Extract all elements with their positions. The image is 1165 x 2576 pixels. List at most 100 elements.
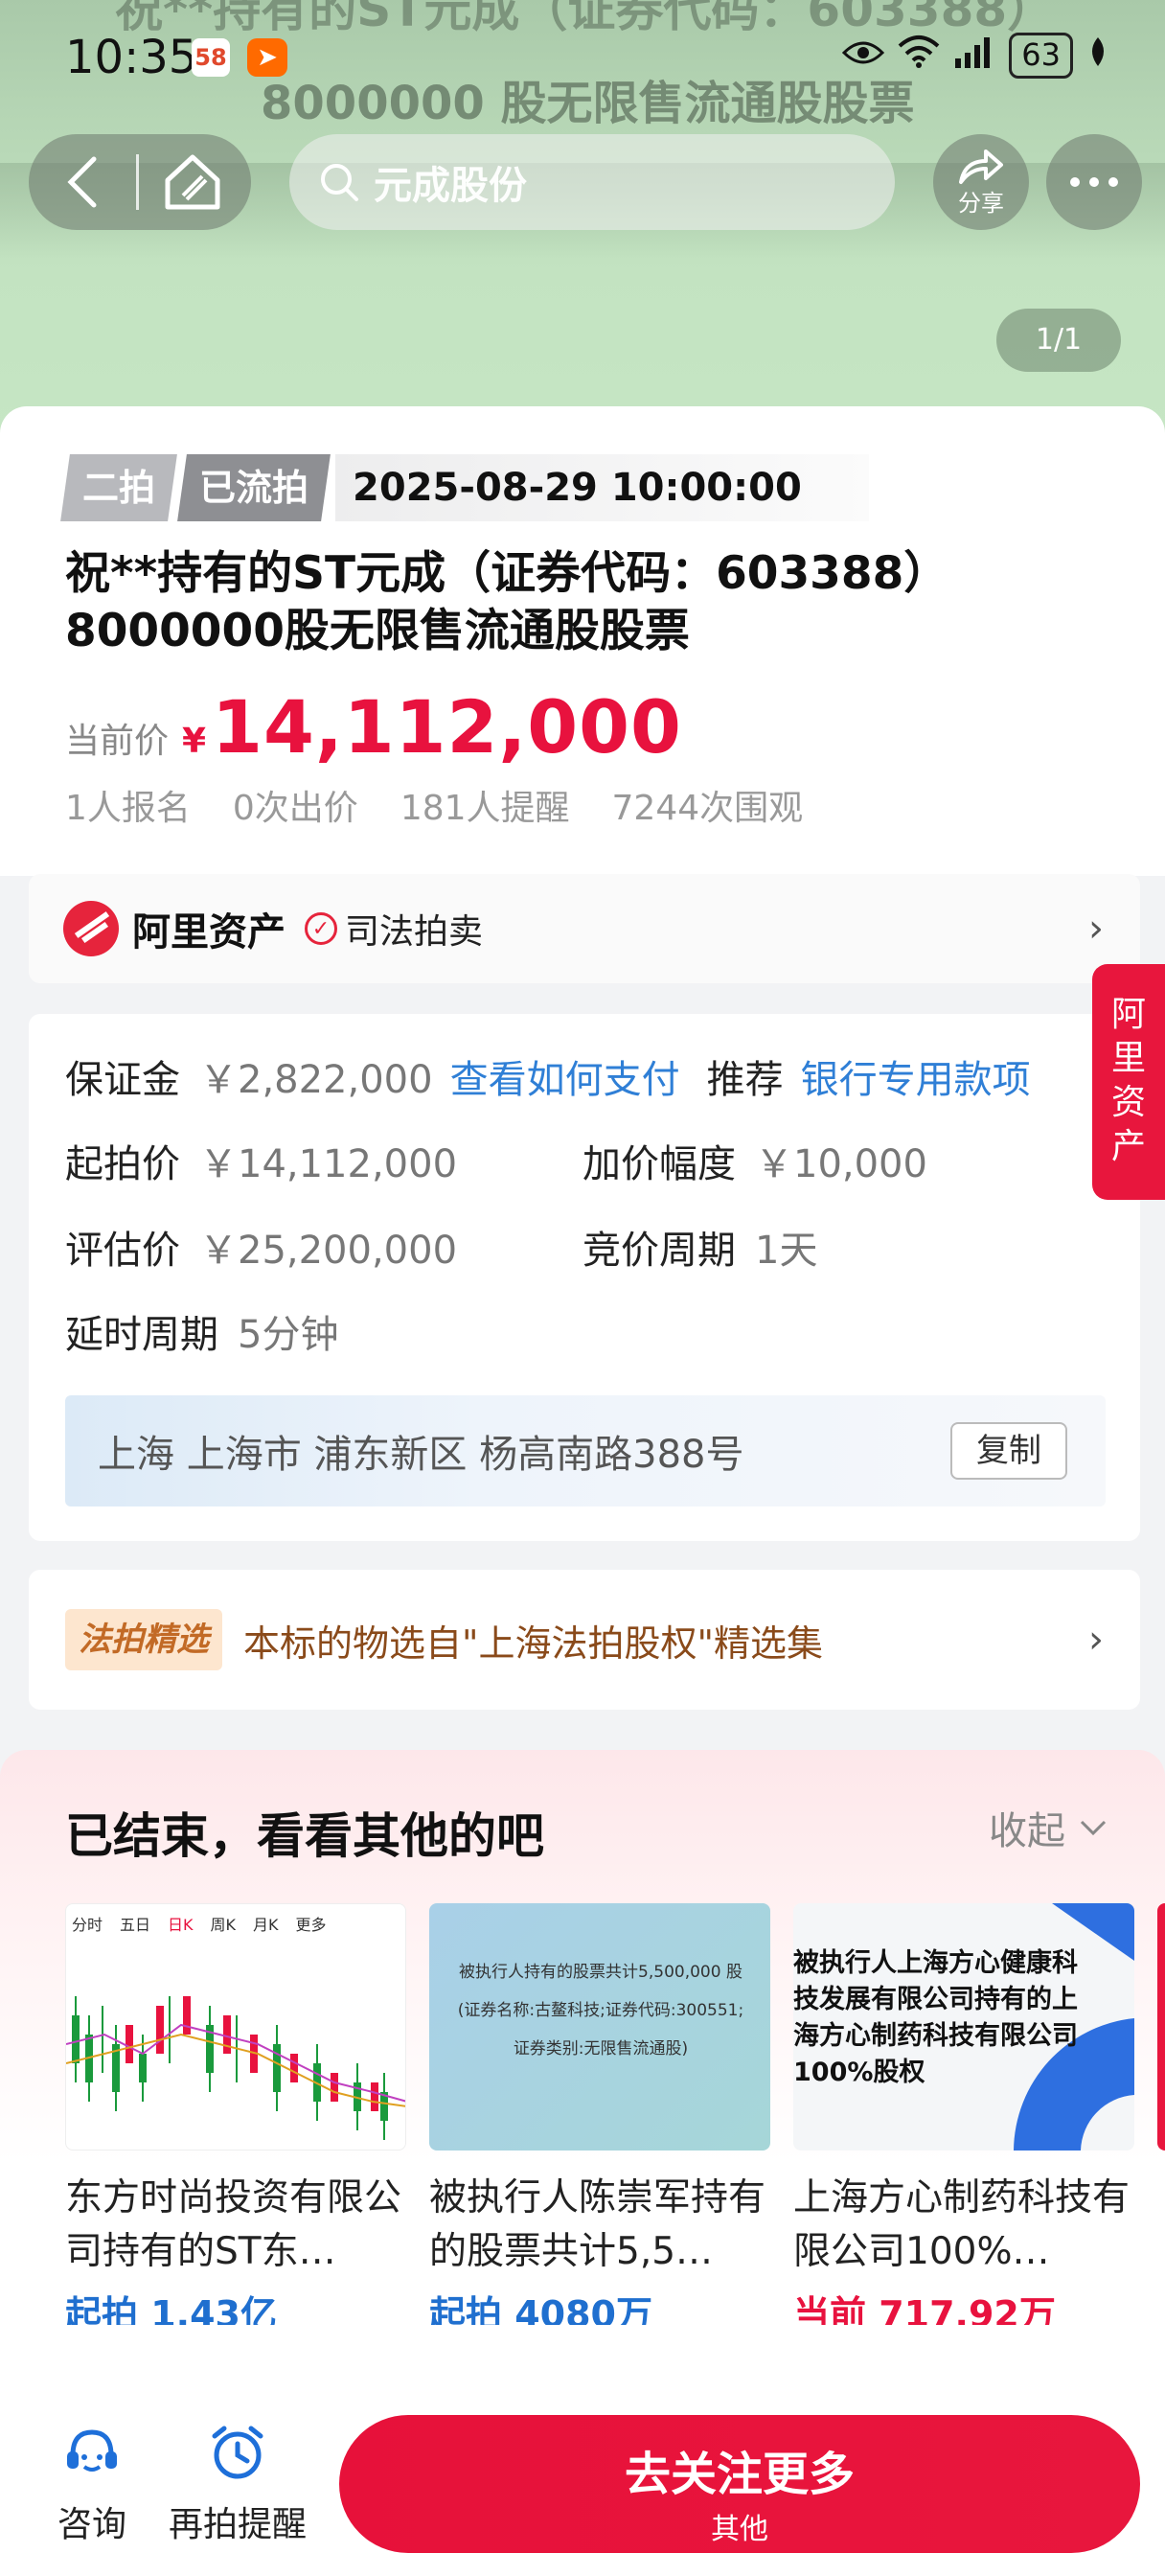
address-bar: 上海 上海市 浦东新区 杨高南路388号 复制 [65,1395,1106,1506]
round-tag: 二拍 [60,454,177,521]
stat-bids: 0次出价 [232,789,358,828]
follow-more-sublabel: 其他 [711,2513,768,2546]
status-time: 10:35 [65,31,198,84]
recommendation-card[interactable]: 被执行人上海方心健康科 技发展有限公司持有的上 海方心制药科技有限公司 100%… [793,1903,1134,2325]
search-bar[interactable]: 元成股份 [289,134,895,230]
recommend-link[interactable]: 银行专用款项 [801,1048,1031,1104]
recommendation-title: 被执行人陈崇军持有的股票共计5,5… [429,2176,766,2273]
how-to-pay-link[interactable]: 查看如何支付 [450,1048,680,1104]
recommendation-card[interactable]: 分时 五日 日K 周K 月K 更多 东方时尚投资有限公司持有的ST东… 起拍 1… [65,1903,406,2325]
recommendation-list: 分时 五日 日K 周K 月K 更多 东方时尚投资有限公司持有的ST东… 起拍 1… [65,1903,1165,2325]
customer-service-icon [67,2429,117,2472]
appraisal-value: ￥25,200,000 [199,1229,458,1273]
delay-label: 延时周期 [65,1313,218,1357]
featured-tag: 法拍精选 [65,1609,222,1670]
recommend-label: 推荐 [706,1058,784,1102]
status-bar: 10:35 58 ➤ 63 [0,0,1165,115]
increment-row: 加价幅度 ￥10,000 [582,1133,927,1188]
consult-label: 咨询 [57,2505,127,2544]
chevron-right-icon: › [1088,907,1104,951]
auction-info-card: 保证金 ￥2,822,000 查看如何支付 推荐 银行专用款项 起拍价 ￥14,… [29,1014,1140,1541]
price-label: 当前价 [65,722,170,761]
featured-collection-row[interactable]: 法拍精选 本标的物选自"上海法拍股权"精选集 › [29,1570,1140,1710]
start-price-row: 起拍价 ￥14,112,000 [65,1133,457,1188]
deposit-label: 保证金 [65,1058,180,1102]
back-arrow-icon [67,156,97,208]
app-58-icon: 58 [192,38,230,77]
delay-row: 延时周期 5分钟 [65,1303,338,1359]
recommendation-price: 起拍 1.43亿 [65,2293,277,2325]
address-text: 上海 上海市 浦东新区 杨高南路388号 [98,1433,744,1477]
auction-tags: 二拍 已流拍 2025-08-29 10:00:00 [60,454,869,521]
check-circle-icon: ✓ [305,912,337,945]
copy-address-button[interactable]: 复制 [950,1422,1067,1480]
bottom-action-bar: 咨询 再拍提醒 去关注更多 其他 [0,2386,1165,2576]
recommendation-title: 上海方心制药科技有限公司100%… [793,2176,1131,2273]
leaf-icon [1086,35,1109,77]
bid-period-label: 竞价周期 [582,1229,736,1273]
battery-indicator: 63 [1009,33,1073,79]
chevron-right-icon: › [1088,1618,1104,1662]
recommendation-title: 东方时尚投资有限公司持有的ST东… [65,2176,402,2273]
nav-button-group [29,134,251,230]
bid-period-value: 1天 [755,1229,818,1273]
eye-icon [842,36,885,76]
deposit-value: ￥2,822,000 [199,1058,433,1102]
deposit-row: 保证金 ￥2,822,000 查看如何支付 推荐 银行专用款项 [65,1048,1031,1104]
recommendation-price: 起拍 4080万 [429,2293,652,2325]
recommendation-price: 当前 717.92万 [793,2293,1056,2325]
search-placeholder: 元成股份 [374,164,527,208]
sheet-title: 已结束，看看其他的吧 [65,1808,544,1864]
start-price-value: ￥14,112,000 [199,1142,458,1186]
stat-reminders: 181人提醒 [400,789,570,828]
auction-datetime: 2025-08-29 10:00:00 [335,454,869,521]
image-counter: 1/1 [996,309,1121,372]
share-button[interactable]: 分享 [933,134,1029,230]
back-button[interactable] [29,134,136,230]
alarm-clock-icon [212,2426,263,2479]
increment-label: 加价幅度 [582,1142,736,1186]
home-icon [165,154,220,210]
chevron-down-icon [1080,1820,1107,1836]
text-thumbnail: 被执行人上海方心健康科 技发展有限公司持有的上 海方心制药科技有限公司 100%… [793,1903,1134,2150]
search-icon [321,164,358,201]
home-button[interactable] [139,134,246,230]
signal-icon [953,35,995,77]
platform-type: 司法拍卖 [345,912,484,952]
collapse-button[interactable]: 收起 [989,1800,1108,1855]
consult-button[interactable]: 咨询 [57,2425,126,2546]
featured-text: 本标的物选自"上海法拍股权"精选集 [243,1622,823,1665]
appraisal-row: 评估价 ￥25,200,000 [65,1219,457,1275]
current-price: 当前价 ¥ 14,112,000 [65,684,682,770]
top-nav: 元成股份 分享 [0,134,1165,230]
stat-signups: 1人报名 [65,789,191,828]
stat-views: 7244次围观 [611,789,804,828]
bid-period-row: 竞价周期 1天 [582,1219,817,1275]
text-thumbnail: 被执行人持有的股票共计5,500,000 股 (证券名称:古鳌科技;证券代码:3… [429,1903,770,2150]
recommendation-card-partial[interactable] [1157,1903,1165,2150]
share-label: 分享 [958,189,1004,217]
follow-more-button[interactable]: 去关注更多 其他 [339,2415,1140,2553]
currency-symbol: ¥ [182,722,207,761]
increment-value: ￥10,000 [755,1142,927,1186]
more-button[interactable] [1046,134,1142,230]
ali-assets-side-tab[interactable]: 阿 里 资 产 [1092,964,1165,1200]
remind-label: 再拍提醒 [169,2505,308,2544]
stock-chart-thumbnail: 分时 五日 日K 周K 月K 更多 [65,1903,406,2150]
remind-button[interactable]: 再拍提醒 [169,2425,307,2546]
share-icon [959,149,1003,184]
auction-title: 祝**持有的ST元成（证券代码：603388）8000000股无限售流通股股票 [65,547,949,657]
platform-row[interactable]: 阿里资产 ✓ 司法拍卖 › [29,874,1140,983]
follow-more-label: 去关注更多 [624,2448,855,2501]
platform-name: 阿里资产 [132,910,286,954]
status-tag: 已流拍 [177,454,331,521]
start-price-label: 起拍价 [65,1142,180,1186]
auction-stats: 1人报名 0次出价 181人提醒 7244次围观 [65,780,803,830]
price-value: 14,112,000 [212,684,682,770]
ali-assets-logo-icon [63,901,119,956]
notification-app-icon: ➤ [247,38,287,77]
delay-value: 5分钟 [238,1313,339,1357]
recommendation-card[interactable]: 被执行人持有的股票共计5,500,000 股 (证券名称:古鳌科技;证券代码:3… [429,1903,770,2325]
appraisal-label: 评估价 [65,1229,180,1273]
wifi-icon [898,34,940,78]
